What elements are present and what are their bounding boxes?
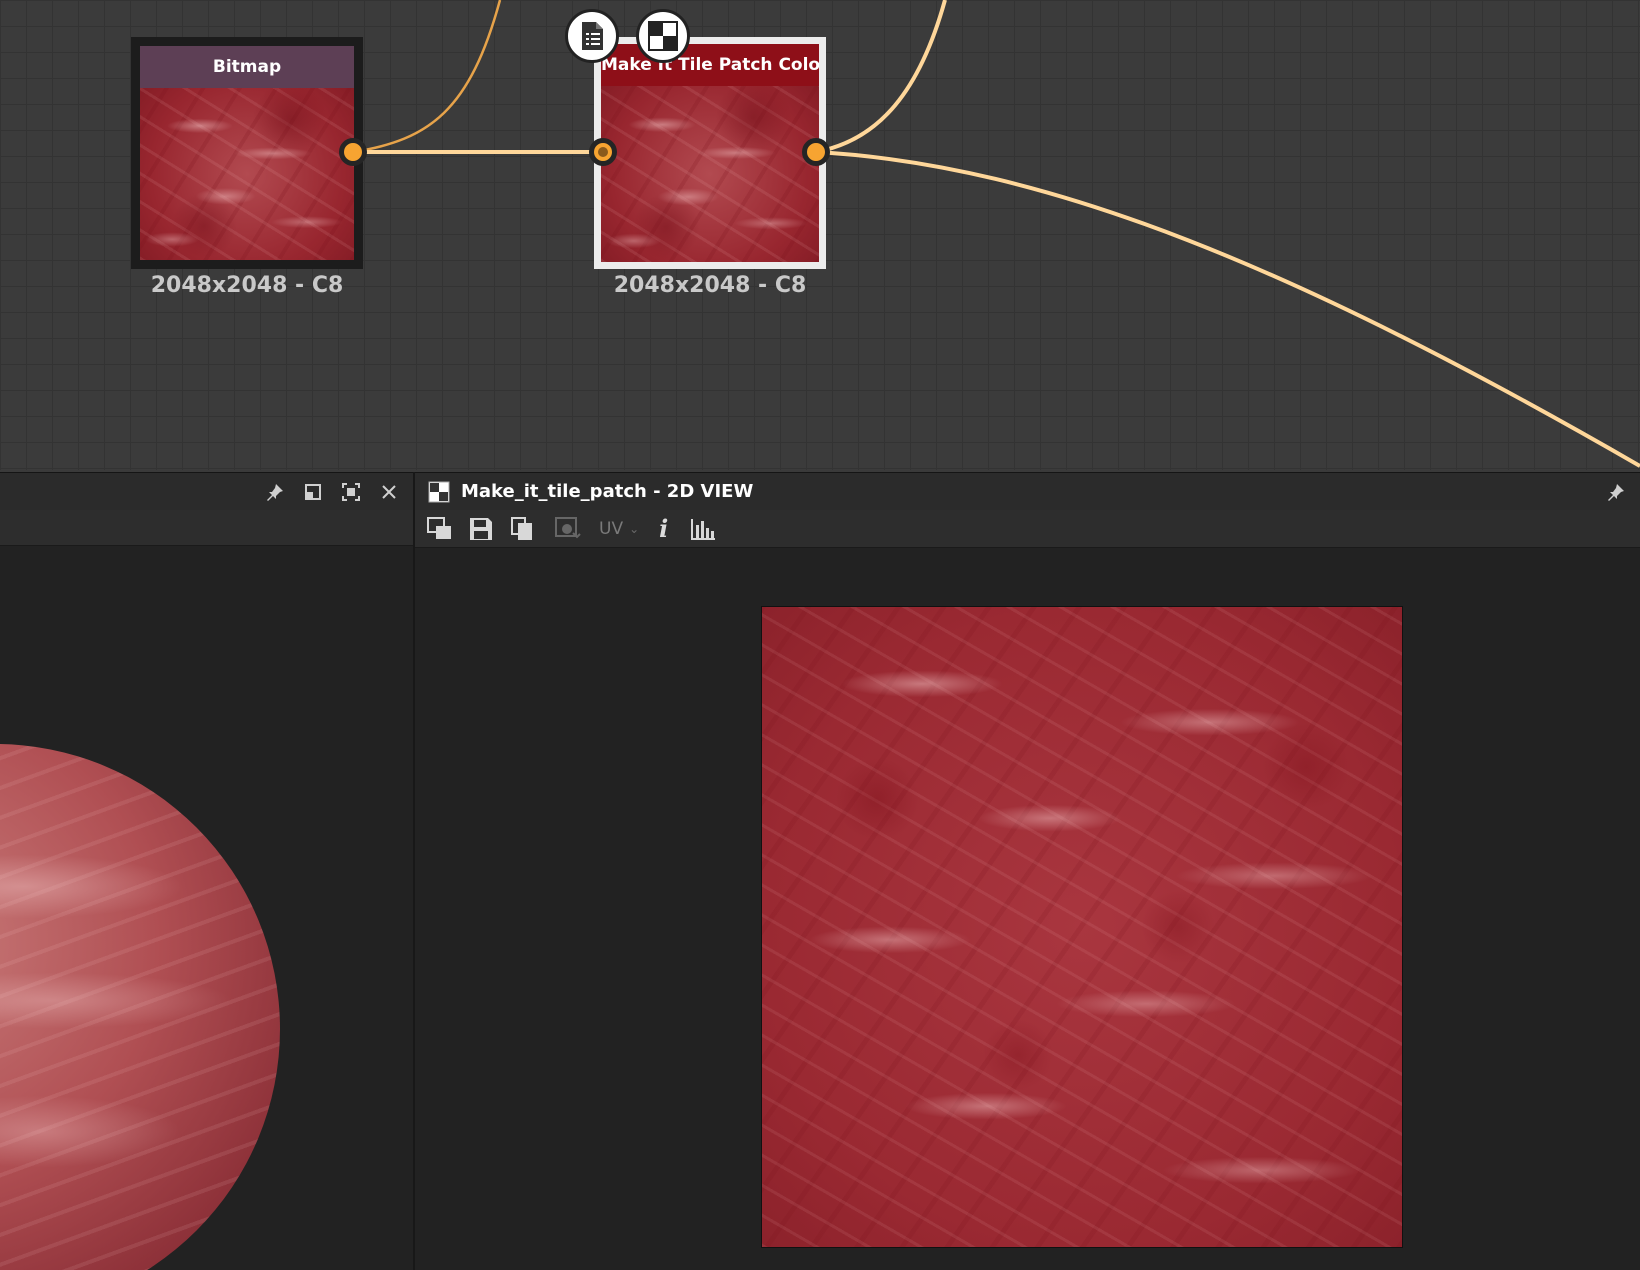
wire-patch-up: [815, 0, 947, 154]
3d-preview-sphere[interactable]: [0, 744, 280, 1270]
uv-dropdown[interactable]: UV: [599, 519, 623, 539]
document-icon[interactable]: [565, 9, 619, 63]
2d-view-icon: [427, 481, 451, 503]
chevron-down-icon[interactable]: ⌄: [629, 522, 639, 536]
patch-output-port[interactable]: [802, 138, 830, 166]
display-options-icon[interactable]: [427, 515, 453, 543]
wire-bitmap-up: [352, 0, 502, 154]
patch-node-thumbnail: [601, 86, 819, 262]
3d-panel-toolbar: [0, 510, 413, 546]
patch-node-title: Make It Tile Patch Color: [601, 44, 819, 86]
2d-view-panel[interactable]: Make_it_tile_patch - 2D VIEW UV ⌄ i: [415, 472, 1640, 1270]
3d-view-panel[interactable]: [0, 472, 415, 1270]
maximize-icon[interactable]: [339, 481, 363, 503]
2d-view-title: Make_it_tile_patch - 2D VIEW: [461, 481, 754, 502]
patch-input-port[interactable]: [589, 138, 617, 166]
histogram-icon[interactable]: [690, 515, 716, 543]
node-graph[interactable]: Bitmap 2048x2048 - C8 Make It Tile Patch…: [0, 0, 1640, 470]
make-it-tile-patch-node[interactable]: Make It Tile Patch Color: [594, 37, 826, 269]
close-icon[interactable]: [377, 481, 401, 503]
float-window-icon[interactable]: [301, 481, 325, 503]
save-icon[interactable]: [469, 515, 493, 543]
bitmap-output-port[interactable]: [339, 138, 367, 166]
2d-view-toolbar: UV ⌄ i: [415, 510, 1640, 548]
pin-icon[interactable]: [263, 481, 287, 503]
2d-panel-title-bar: Make_it_tile_patch - 2D VIEW: [415, 472, 1640, 510]
bitmap-node[interactable]: Bitmap: [131, 37, 363, 269]
bitmap-node-thumbnail: [140, 88, 354, 260]
info-icon[interactable]: i: [659, 514, 668, 543]
checker-preview-icon[interactable]: [636, 9, 690, 63]
copy-icon[interactable]: [511, 515, 533, 543]
pin-icon[interactable]: [1604, 481, 1628, 503]
compare-icon[interactable]: [555, 515, 581, 543]
3d-panel-title-bar: [0, 472, 413, 510]
2d-texture-preview[interactable]: [761, 606, 1403, 1248]
bitmap-node-title: Bitmap: [140, 46, 354, 88]
bitmap-node-caption: 2048x2048 - C8: [150, 273, 344, 298]
wire-patch-out: [815, 150, 1640, 468]
patch-node-caption: 2048x2048 - C8: [613, 273, 807, 298]
